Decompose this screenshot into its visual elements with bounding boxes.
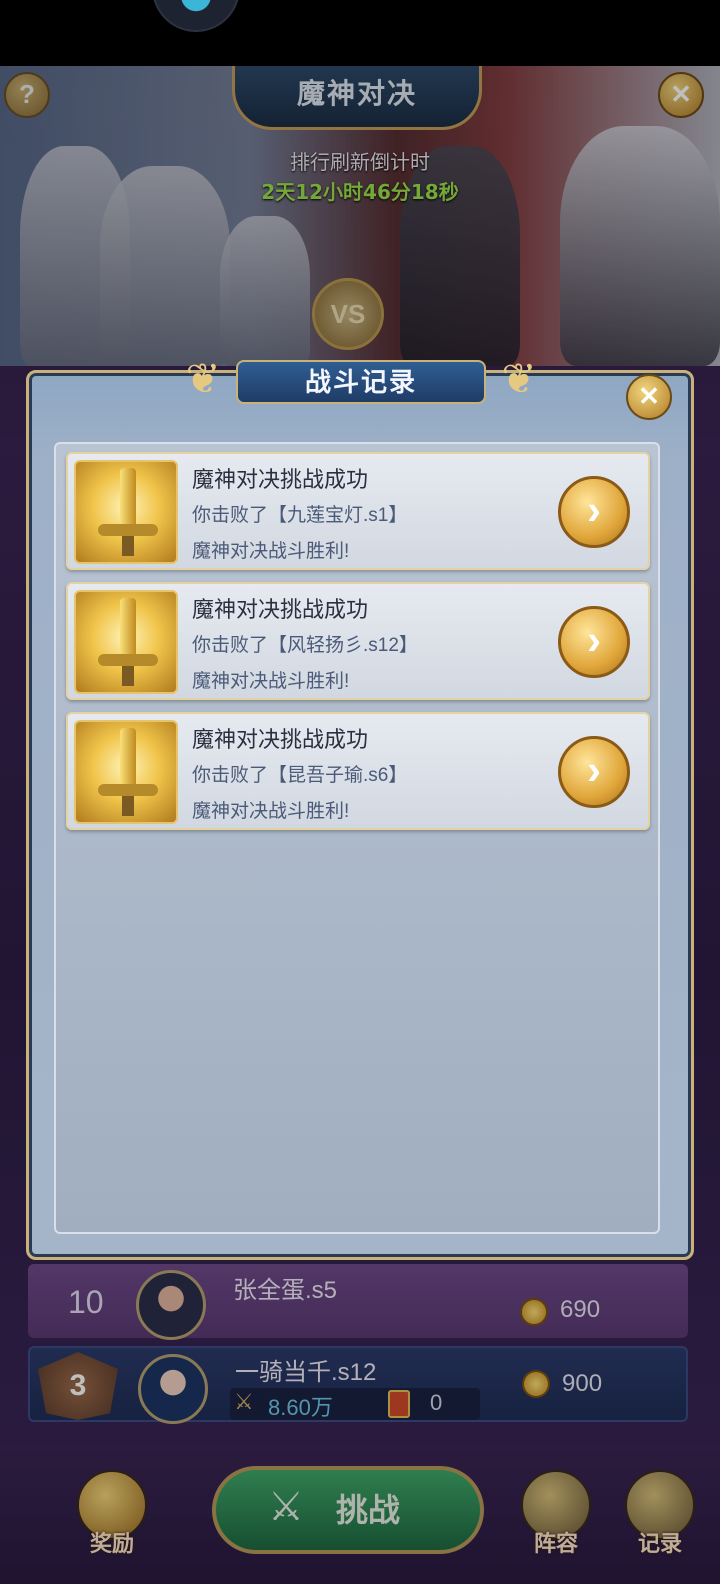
player-avatar-icon[interactable] <box>152 0 240 32</box>
chevron-right-icon: › <box>587 746 601 793</box>
view-detail-button[interactable]: › <box>558 476 630 548</box>
chevron-right-icon: › <box>587 616 601 663</box>
view-detail-button[interactable]: › <box>558 736 630 808</box>
modal-header: 战斗记录 <box>236 360 486 404</box>
modal-close-button[interactable]: ✕ <box>626 374 672 420</box>
record-detail: 你击败了【九莲宝灯.s1】 <box>192 505 408 526</box>
record-title: 魔神对决挑战成功 <box>192 467 369 492</box>
top-black-strip <box>0 0 720 66</box>
battle-record-modal: ❦ ❦ 战斗记录 ✕ 魔神对决挑战成功 你击败了【九莲宝灯.s1】 魔神对决战斗… <box>26 354 694 1270</box>
chevron-right-icon: › <box>587 486 601 533</box>
record-item[interactable]: 魔神对决挑战成功 你击败了【风轻扬彡.s12】 魔神对决战斗胜利! › <box>66 582 650 700</box>
golden-sword-icon <box>74 590 178 694</box>
record-item[interactable]: 魔神对决挑战成功 你击败了【九莲宝灯.s1】 魔神对决战斗胜利! › <box>66 452 650 570</box>
record-result: 魔神对决战斗胜利! <box>192 541 350 562</box>
record-detail: 你击败了【昆吾子瑜.s6】 <box>192 765 408 786</box>
record-list[interactable]: 魔神对决挑战成功 你击败了【九莲宝灯.s1】 魔神对决战斗胜利! › 魔神对决挑… <box>54 442 660 1234</box>
record-item[interactable]: 魔神对决挑战成功 你击败了【昆吾子瑜.s6】 魔神对决战斗胜利! › <box>66 712 650 830</box>
record-result: 魔神对决战斗胜利! <box>192 671 350 692</box>
view-detail-button[interactable]: › <box>558 606 630 678</box>
wing-ornament-icon: ❦ <box>501 354 537 403</box>
modal-title: 战斗记录 <box>304 367 417 397</box>
golden-sword-icon <box>74 460 178 564</box>
record-detail: 你击败了【风轻扬彡.s12】 <box>192 635 418 656</box>
record-result: 魔神对决战斗胜利! <box>192 801 350 822</box>
record-title: 魔神对决挑战成功 <box>192 727 369 752</box>
close-icon: ✕ <box>638 381 660 411</box>
golden-sword-icon <box>74 720 178 824</box>
wing-ornament-icon: ❦ <box>185 354 221 403</box>
record-title: 魔神对决挑战成功 <box>192 597 369 622</box>
